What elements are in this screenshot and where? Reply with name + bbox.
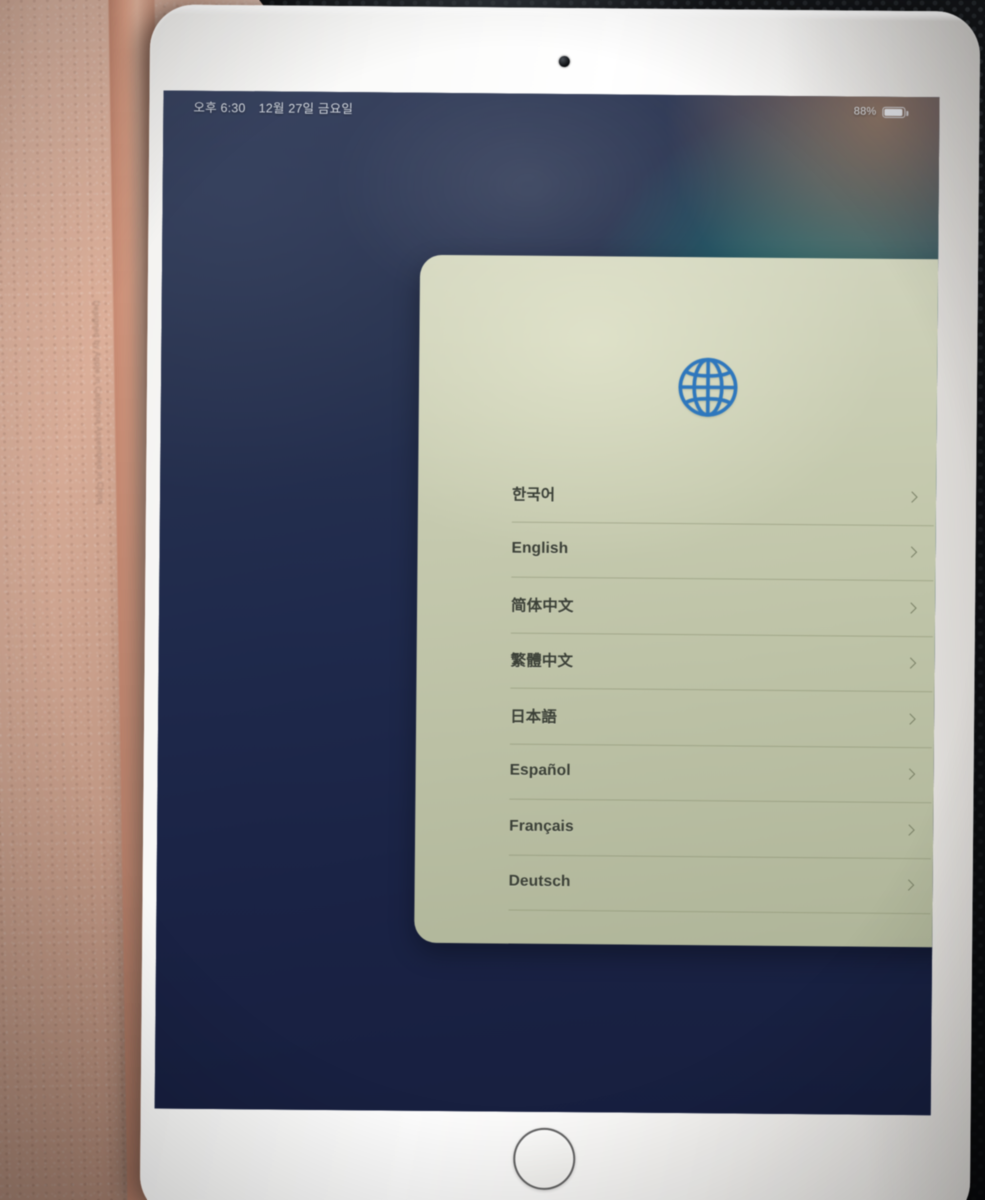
battery-icon <box>882 106 906 118</box>
status-bar-left: 오후 6:30 12월 27일 금요일 <box>193 96 353 116</box>
front-camera-icon <box>558 55 570 68</box>
language-list: 한국어 English 简体中文 繁體中文 日本語 Español França… <box>508 466 939 914</box>
status-bar-date: 12월 27일 금요일 <box>258 100 354 116</box>
home-button[interactable] <box>512 1127 576 1191</box>
language-row-traditional-chinese[interactable]: 繁體中文 <box>510 632 939 692</box>
chevron-right-icon <box>903 824 915 836</box>
language-selection-card: 한국어 English 简体中文 繁體中文 日本語 Español França… <box>414 254 940 948</box>
language-row-simplified-chinese[interactable]: 简体中文 <box>511 577 940 637</box>
status-bar-time: 오후 6:30 <box>193 100 246 115</box>
photo-scene: Designed by Apple in California Assemble… <box>0 0 985 1200</box>
globe-icon-wrap <box>419 351 940 424</box>
language-label: 한국어 <box>511 486 556 504</box>
chevron-right-icon <box>904 713 916 725</box>
language-row-german[interactable]: Deutsch <box>508 854 939 914</box>
language-label: English <box>511 539 569 558</box>
language-label: 简体中文 <box>511 597 574 615</box>
language-row-french[interactable]: Français <box>509 799 940 859</box>
chevron-right-icon <box>904 657 917 669</box>
globe-icon <box>678 357 738 417</box>
language-row-korean[interactable]: 한국어 <box>512 466 940 526</box>
chevron-right-icon <box>903 879 915 891</box>
language-row-english[interactable]: English <box>511 521 939 581</box>
language-row-spanish[interactable]: Español <box>509 743 939 803</box>
battery-fill <box>884 108 903 116</box>
chevron-right-icon <box>903 768 916 780</box>
chevron-right-icon <box>905 546 918 558</box>
tablet-screen: 오후 6:30 12월 27일 금요일 88% 한국어 English 简体中文… <box>154 90 940 1116</box>
language-label: Español <box>509 761 571 780</box>
chevron-right-icon <box>906 491 918 503</box>
language-label: Deutsch <box>508 872 571 891</box>
language-label: 繁體中文 <box>510 652 574 671</box>
status-bar-right: 88% <box>854 106 906 118</box>
language-label: 日本語 <box>510 708 557 726</box>
language-label: Français <box>509 817 574 835</box>
language-row-japanese[interactable]: 日本語 <box>510 688 940 748</box>
tablet-device: 오후 6:30 12월 27일 금요일 88% 한국어 English 简体中文… <box>139 4 981 1200</box>
battery-percent-label: 88% <box>853 105 877 118</box>
chevron-right-icon <box>905 602 917 614</box>
